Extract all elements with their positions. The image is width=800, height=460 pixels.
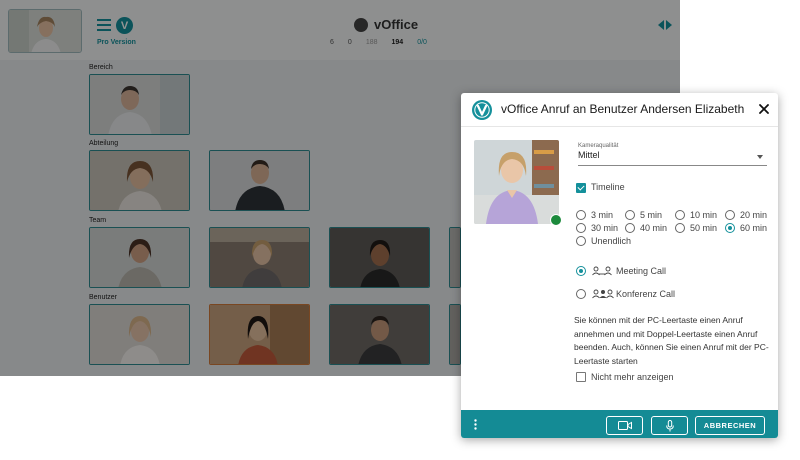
vOffice-logo-icon: V (116, 17, 133, 34)
duration-label: 20 min (740, 210, 768, 220)
conference-call-radio[interactable] (576, 289, 586, 299)
duration-radio-5min[interactable] (625, 210, 635, 220)
camera-quality-value: Mittel (578, 150, 600, 160)
duration-radio-10min[interactable] (675, 210, 685, 220)
more-vertical-icon[interactable] (474, 419, 477, 430)
self-video-tile[interactable] (8, 9, 82, 53)
duration-label: 40 min (640, 223, 668, 233)
dialog-title: vOffice Anruf an Benutzer Andersen Eliza… (501, 102, 745, 116)
section-label-team: Team (89, 217, 107, 224)
user-tile[interactable] (209, 150, 310, 211)
duration-label: 60 min (740, 223, 768, 233)
info-text: Sie können mit der PC-Leertaste einen An… (574, 315, 769, 366)
user-tile[interactable] (329, 304, 430, 365)
conference-call-label: Konferenz Call (616, 289, 676, 299)
video-call-button[interactable] (606, 416, 643, 435)
video-camera-icon (617, 421, 632, 430)
meeting-call-label: Meeting Call (616, 266, 667, 276)
top-bar: V Pro Version vOffice 6 0 188 194 0/0 (0, 0, 680, 60)
close-icon[interactable] (756, 101, 772, 117)
user-tile-partial[interactable] (449, 227, 461, 288)
cancel-button-label: ABBRECHEN (703, 421, 757, 430)
chevron-down-icon (757, 155, 763, 159)
stat-5: 0/0 (417, 39, 427, 46)
user-tile[interactable] (89, 304, 190, 365)
timeline-checkbox[interactable] (576, 183, 586, 193)
stat-3: 188 (365, 39, 378, 46)
duration-radio-20min[interactable] (725, 210, 735, 220)
meeting-call-radio[interactable] (576, 266, 586, 276)
user-tile[interactable] (89, 227, 190, 288)
collapse-icon[interactable] (657, 18, 673, 32)
user-tile[interactable] (89, 150, 190, 211)
timeline-label: Timeline (591, 182, 625, 192)
microphone-icon (665, 419, 674, 431)
globe-icon (354, 17, 368, 32)
user-tile[interactable] (89, 74, 190, 135)
duration-radio-3min[interactable] (576, 210, 586, 220)
duration-label: Unendlich (591, 236, 632, 246)
user-tile[interactable] (209, 304, 310, 365)
duration-label: 5 min (640, 210, 663, 220)
vOffice-logo-icon (472, 100, 492, 120)
stat-4: 194 (391, 39, 404, 46)
stat-2: 0 (347, 39, 352, 46)
user-tile[interactable] (329, 227, 430, 288)
section-label-abteilung: Abteilung (89, 140, 119, 147)
user-tile-partial[interactable] (449, 304, 461, 365)
section-label-bereich: Bereich (89, 64, 113, 71)
audio-call-button[interactable] (651, 416, 688, 435)
brand: vOffice (354, 17, 418, 32)
duration-radio-60min[interactable] (725, 223, 735, 233)
cancel-button[interactable]: ABBRECHEN (695, 416, 765, 435)
brand-name: vOffice (374, 17, 419, 32)
online-status-indicator (550, 214, 562, 226)
duration-radio-30min[interactable] (576, 223, 586, 233)
duration-label: 10 min (690, 210, 718, 220)
dont-show-again-checkbox[interactable] (576, 372, 586, 382)
camera-quality-label: Kameraqualität (578, 143, 619, 149)
duration-radio-unendlich[interactable] (576, 236, 586, 246)
dialog-header: vOffice Anruf an Benutzer Andersen Eliza… (461, 93, 778, 127)
status-counts: 6 0 188 194 0/0 (330, 39, 427, 46)
duration-radio-40min[interactable] (625, 223, 635, 233)
conference-call-icon (592, 289, 614, 299)
callee-photo (474, 140, 559, 224)
dialog-footer: ABBRECHEN (461, 410, 778, 438)
meeting-call-icon (592, 266, 612, 276)
menu-icon[interactable] (97, 19, 111, 31)
section-label-benutzer: Benutzer (89, 294, 118, 301)
duration-label: 50 min (690, 223, 718, 233)
pro-version-label: Pro Version (97, 39, 136, 46)
dont-show-again-label: Nicht mehr anzeigen (591, 372, 674, 382)
camera-quality-select[interactable]: Mittel (578, 150, 767, 166)
call-dialog: vOffice Anruf an Benutzer Andersen Eliza… (461, 93, 778, 438)
duration-radio-50min[interactable] (675, 223, 685, 233)
user-tile[interactable] (209, 227, 310, 288)
stat-1: 6 (330, 39, 334, 46)
duration-label: 3 min (591, 210, 614, 220)
duration-label: 30 min (591, 223, 619, 233)
